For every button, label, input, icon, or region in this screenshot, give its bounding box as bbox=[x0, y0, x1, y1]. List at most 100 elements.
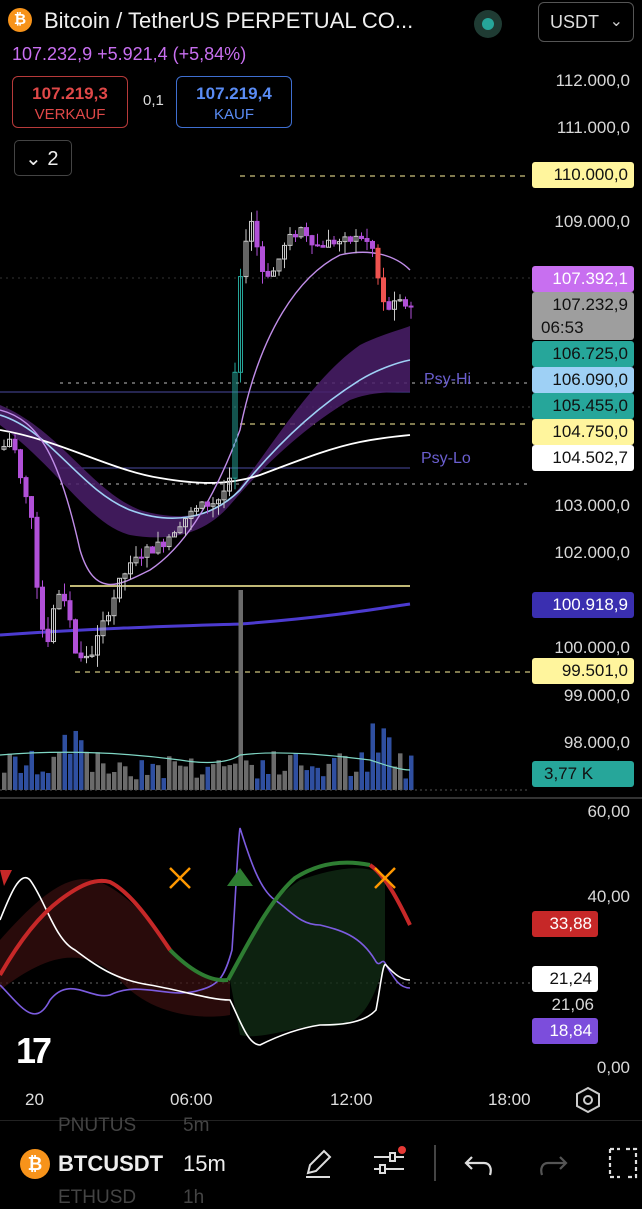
candle-body bbox=[386, 301, 392, 310]
price-tag-teal-lower: 105.455,0 bbox=[532, 393, 634, 419]
volume-bar bbox=[46, 773, 51, 790]
volume-bar bbox=[68, 753, 73, 790]
price-axis-label: 111.000,0 bbox=[556, 118, 630, 137]
time-axis-label: 18:00 bbox=[488, 1090, 531, 1109]
volume-bar bbox=[409, 755, 414, 790]
volume-bar bbox=[106, 773, 111, 790]
candle-body bbox=[18, 449, 23, 479]
volume-bar bbox=[2, 772, 7, 790]
sell-signal-triangle-icon bbox=[0, 870, 12, 886]
volume-bar bbox=[359, 752, 364, 790]
price-axis-label: 103.000,0 bbox=[554, 496, 630, 515]
volume-bar bbox=[24, 765, 29, 790]
undo-icon[interactable] bbox=[462, 1147, 496, 1179]
volume-bar bbox=[205, 766, 210, 790]
price-axis-label: 98.000,0 bbox=[563, 733, 630, 752]
time-axis-label: 12:00 bbox=[330, 1090, 373, 1109]
volume-bar bbox=[387, 737, 392, 790]
symbol-title[interactable]: Bitcoin / TetherUS PERPETUAL CO... bbox=[44, 8, 413, 34]
oscillator-chart[interactable] bbox=[0, 800, 530, 1080]
volume-bar bbox=[376, 752, 381, 790]
candle-body bbox=[309, 235, 315, 246]
volume-bar bbox=[101, 763, 106, 790]
candle-body bbox=[331, 239, 337, 245]
buy-signal-triangle-icon bbox=[227, 868, 253, 886]
volume-bar bbox=[40, 771, 45, 790]
candle-body bbox=[260, 246, 265, 272]
tradingview-logo[interactable]: 17 bbox=[16, 1030, 52, 1072]
drawing-tools-icon[interactable] bbox=[300, 1145, 336, 1181]
volume-bar bbox=[266, 773, 271, 790]
last-price: 107.232,9 bbox=[552, 295, 628, 314]
volume-bar bbox=[161, 778, 166, 790]
volume-bar bbox=[156, 765, 161, 790]
volume-bar bbox=[123, 766, 128, 790]
fullscreen-icon[interactable] bbox=[606, 1145, 640, 1181]
volume-bar bbox=[189, 758, 194, 790]
volume-bar bbox=[139, 760, 144, 790]
candle-body bbox=[205, 501, 210, 507]
volume-bars bbox=[2, 590, 414, 790]
volume-bar bbox=[337, 753, 342, 790]
indicators-settings-icon[interactable] bbox=[370, 1145, 410, 1181]
volume-bar bbox=[57, 752, 62, 790]
candle-body bbox=[364, 237, 370, 242]
volume-bar bbox=[7, 753, 12, 790]
sell-button[interactable]: 107.219,3 VERKAUF bbox=[12, 76, 128, 128]
candle-body bbox=[161, 541, 166, 548]
psy-lo-label: Psy-Lo bbox=[421, 450, 471, 467]
volume-bar bbox=[304, 770, 309, 790]
candle-body bbox=[40, 586, 45, 630]
candle-body bbox=[403, 299, 408, 307]
pane-divider[interactable] bbox=[0, 797, 642, 799]
volume-bar bbox=[398, 753, 403, 790]
price-axis-label: 102.000,0 bbox=[554, 543, 630, 562]
volume-tag: 3,77 K bbox=[532, 761, 634, 787]
symbol-selector[interactable]: BTCUSDT bbox=[58, 1151, 163, 1177]
osc-tag-purple: 18,84 bbox=[532, 1018, 598, 1044]
candle-body bbox=[381, 277, 386, 303]
volume-bar bbox=[211, 764, 216, 790]
volume-bar bbox=[332, 758, 337, 790]
volume-bar bbox=[255, 778, 260, 790]
osc-axis-label: 40,00 bbox=[587, 887, 630, 906]
candle-body bbox=[78, 652, 84, 659]
volume-bar bbox=[62, 734, 67, 790]
price-tag-104750: 104.750,0 bbox=[532, 419, 634, 445]
last-price-tag: 107.232,9 06:53 bbox=[532, 292, 634, 340]
market-open-status-icon[interactable] bbox=[474, 10, 502, 38]
redo-icon[interactable] bbox=[536, 1147, 570, 1179]
candle-body bbox=[348, 236, 353, 242]
sell-price: 107.219,3 bbox=[32, 84, 108, 103]
candle-body bbox=[304, 227, 309, 237]
candle-body bbox=[370, 240, 375, 249]
bitcoin-coin-icon: ₿ bbox=[20, 1149, 50, 1179]
volume-bar bbox=[178, 765, 183, 790]
candle-body bbox=[320, 245, 326, 248]
buy-label: KAUF bbox=[213, 106, 254, 123]
price-axis-label: 100.000,0 bbox=[554, 638, 630, 657]
sell-label: VERKAUF bbox=[34, 106, 106, 123]
cross-signal-icon bbox=[169, 867, 191, 889]
chart-settings-icon[interactable] bbox=[574, 1086, 602, 1114]
volume-bar bbox=[343, 755, 348, 790]
volume-bar bbox=[277, 774, 282, 790]
price-axis-label: 109.000,0 bbox=[554, 212, 630, 231]
interval-selector[interactable]: 15m bbox=[183, 1151, 226, 1177]
candle-body bbox=[45, 628, 51, 643]
price-tag-purple: 107.392,1 bbox=[532, 266, 634, 292]
volume-bar bbox=[128, 776, 133, 790]
candle-body bbox=[23, 477, 29, 498]
candle-body bbox=[67, 600, 73, 621]
candle-body bbox=[34, 516, 40, 588]
candle-body bbox=[62, 593, 67, 602]
volume-bar bbox=[73, 730, 78, 790]
osc-tag-white: 21,24 bbox=[532, 966, 598, 992]
spread-value: 0,1 bbox=[143, 92, 164, 109]
volume-bar bbox=[238, 590, 243, 790]
toolbar-separator bbox=[434, 1145, 436, 1181]
buy-button[interactable]: 107.219,4 KAUF bbox=[176, 76, 292, 128]
candle-body bbox=[29, 496, 34, 518]
currency-select[interactable]: USDT ⌄ bbox=[538, 2, 634, 42]
volume-bar bbox=[167, 756, 172, 790]
